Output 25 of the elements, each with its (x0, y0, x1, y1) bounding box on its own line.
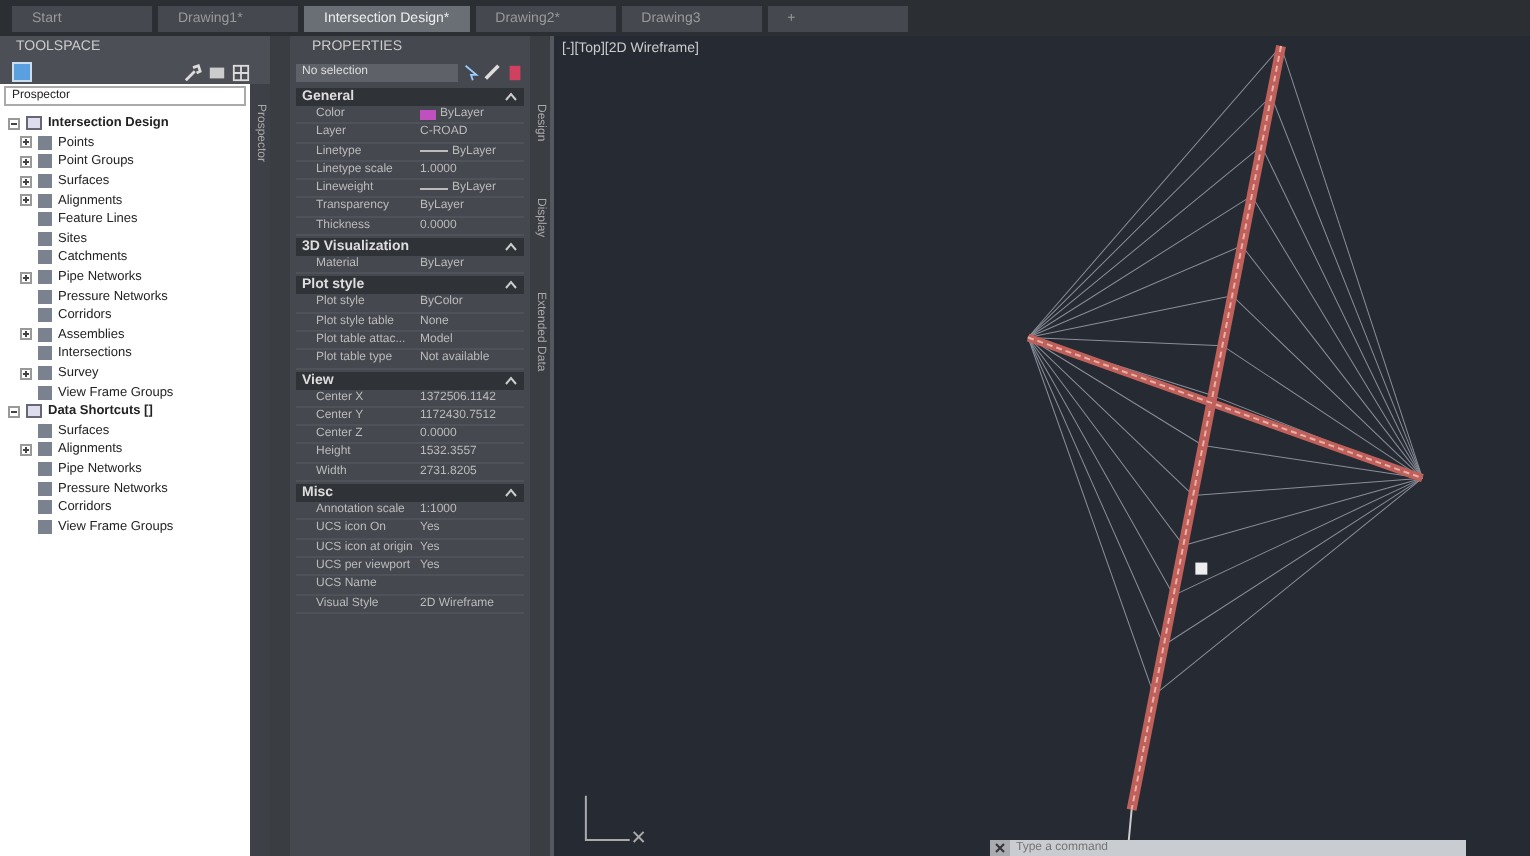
expand-toggle[interactable] (20, 194, 32, 207)
wrench-icon[interactable] (184, 63, 202, 81)
drawing-icon (26, 404, 42, 419)
expand-toggle[interactable] (8, 117, 20, 130)
line-sample-icon (420, 150, 448, 153)
ucs-icon (584, 794, 645, 843)
expand-toggle[interactable] (8, 405, 20, 418)
color-swatch-icon (420, 109, 436, 120)
line-sample-icon (420, 187, 448, 190)
collapse-toggle[interactable] (504, 92, 518, 102)
expand-toggle[interactable] (20, 367, 32, 380)
expand-toggle[interactable] (20, 136, 32, 149)
collapse-toggle[interactable] (504, 280, 518, 291)
collapse-toggle[interactable] (504, 242, 518, 253)
expand-toggle[interactable] (20, 328, 32, 341)
expand-toggle[interactable] (20, 175, 32, 188)
expand-toggle[interactable] (20, 155, 32, 168)
select-objects-icon[interactable] (462, 64, 480, 82)
expand-toggle[interactable] (20, 271, 32, 284)
collapse-toggle[interactable] (504, 488, 518, 499)
close-icon[interactable] (990, 840, 1010, 856)
expand-toggle[interactable] (20, 443, 32, 456)
collapse-toggle[interactable] (504, 375, 518, 386)
drawing-icon (26, 116, 42, 131)
grid-icon[interactable] (232, 63, 250, 81)
